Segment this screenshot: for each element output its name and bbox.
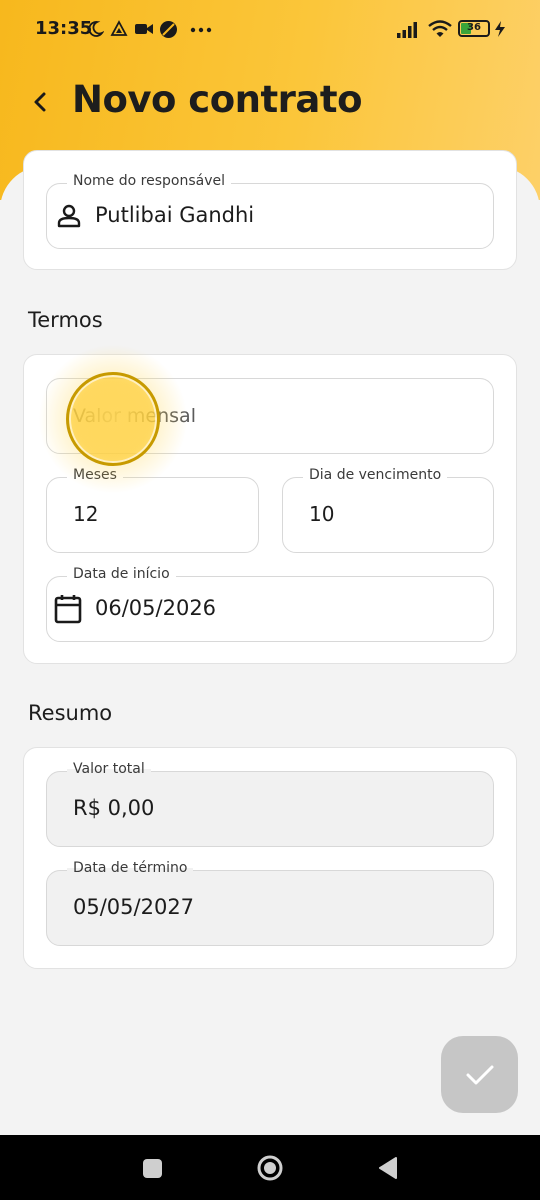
check-icon bbox=[466, 1065, 493, 1084]
responsible-name-label: Nome do responsável bbox=[67, 173, 231, 189]
charging-icon bbox=[495, 21, 505, 37]
end-date-label: Data de término bbox=[67, 860, 194, 876]
person-icon bbox=[57, 204, 81, 228]
signal-icon bbox=[397, 22, 417, 38]
battery-icon: 36 bbox=[458, 20, 490, 37]
status-bar: 13:35 36 bbox=[0, 0, 540, 60]
video-camera-icon bbox=[135, 24, 153, 34]
total-value: R$ 0,00 bbox=[73, 796, 155, 820]
total-value-label: Valor total bbox=[67, 761, 151, 777]
due-day-label: Dia de vencimento bbox=[303, 467, 448, 483]
months-field[interactable]: Meses 12 bbox=[46, 467, 259, 553]
due-day-value: 10 bbox=[309, 502, 335, 526]
more-notifications-icon bbox=[190, 27, 212, 33]
back-button[interactable] bbox=[22, 84, 58, 120]
page-title: Novo contrato bbox=[72, 78, 363, 121]
start-date-value: 06/05/2026 bbox=[95, 596, 217, 620]
wifi-icon bbox=[428, 20, 452, 37]
chevron-left-icon bbox=[34, 92, 46, 112]
confirm-button[interactable] bbox=[441, 1036, 518, 1113]
square-icon bbox=[142, 1158, 162, 1178]
app-circle-icon bbox=[160, 21, 177, 38]
app-notification-icon bbox=[110, 20, 128, 36]
due-day-field[interactable]: Dia de vencimento 10 bbox=[282, 467, 494, 553]
responsible-name-field[interactable]: Nome do responsável Putlibai Gandhi bbox=[46, 173, 494, 249]
months-value: 12 bbox=[73, 502, 99, 526]
do-not-disturb-icon bbox=[88, 21, 104, 37]
summary-card: Valor total R$ 0,00 Data de término 05/0… bbox=[23, 747, 517, 969]
responsible-card: Nome do responsável Putlibai Gandhi bbox=[23, 150, 517, 270]
monthly-value-placeholder: Valor mensal bbox=[73, 405, 196, 427]
end-date-field: Data de término 05/05/2027 bbox=[46, 860, 494, 946]
start-date-label: Data de início bbox=[67, 566, 176, 582]
terms-card: Valor mensal Meses 12 Dia de vencimento … bbox=[23, 354, 517, 664]
start-date-field[interactable]: Data de início 06/05/2026 bbox=[46, 566, 494, 642]
triangle-back-icon bbox=[379, 1157, 397, 1179]
calendar-icon bbox=[54, 595, 82, 624]
months-label: Meses bbox=[67, 467, 123, 483]
total-value-field: Valor total R$ 0,00 bbox=[46, 761, 494, 847]
system-navigation-bar bbox=[0, 1135, 540, 1200]
home-circle-icon bbox=[257, 1155, 283, 1181]
battery-level: 36 bbox=[467, 22, 481, 33]
monthly-value-field[interactable]: Valor mensal bbox=[46, 378, 494, 454]
recent-apps-button[interactable] bbox=[137, 1153, 167, 1183]
terms-section-title: Termos bbox=[28, 308, 103, 332]
responsible-name-value: Putlibai Gandhi bbox=[95, 203, 255, 227]
back-nav-button[interactable] bbox=[373, 1153, 403, 1183]
end-date-value: 05/05/2027 bbox=[73, 895, 195, 919]
home-button[interactable] bbox=[255, 1153, 285, 1183]
summary-section-title: Resumo bbox=[28, 701, 113, 725]
status-time: 13:35 bbox=[35, 18, 93, 39]
